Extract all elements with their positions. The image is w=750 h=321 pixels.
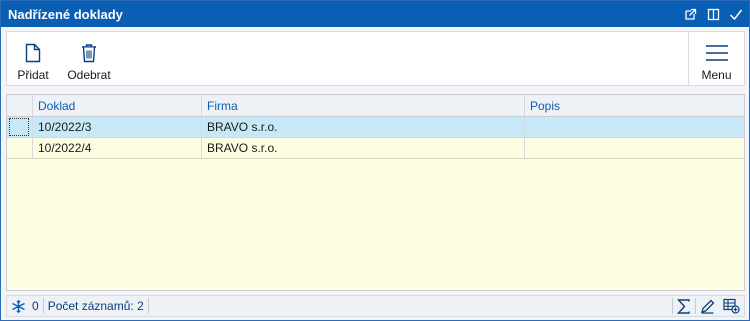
selection-counter[interactable]: 0 bbox=[7, 296, 43, 316]
hamburger-menu-icon bbox=[705, 40, 729, 66]
cell-popis[interactable] bbox=[524, 117, 744, 137]
status-bar: 0 Počet záznamů: 2 bbox=[6, 295, 745, 317]
row-selector[interactable] bbox=[7, 138, 32, 158]
cell-doklad[interactable]: 10/2022/3 bbox=[32, 117, 201, 137]
cell-doklad[interactable]: 10/2022/4 bbox=[32, 138, 201, 158]
status-divider bbox=[147, 298, 149, 314]
cell-popis[interactable] bbox=[524, 138, 744, 158]
column-header-popis[interactable]: Popis bbox=[524, 95, 744, 116]
row-selector-header[interactable] bbox=[7, 95, 32, 116]
grid-header: Doklad Firma Popis bbox=[7, 95, 744, 117]
row-selector[interactable] bbox=[7, 117, 32, 137]
table-row[interactable]: 10/2022/3 BRAVO s.r.o. bbox=[7, 117, 744, 138]
selected-count: 0 bbox=[32, 299, 39, 313]
window: Nadřízené doklady Přidat Odebrat Menu Do… bbox=[0, 0, 750, 321]
record-count: Počet záznamů: 2 bbox=[47, 299, 144, 313]
cell-firma[interactable]: BRAVO s.r.o. bbox=[201, 138, 524, 158]
column-header-firma[interactable]: Firma bbox=[201, 95, 524, 116]
check-icon[interactable] bbox=[726, 4, 746, 24]
pencil-icon[interactable] bbox=[696, 296, 719, 316]
cell-firma[interactable]: BRAVO s.r.o. bbox=[201, 117, 524, 137]
window-title: Nadřízené doklady bbox=[8, 6, 123, 22]
add-button[interactable]: Přidat bbox=[13, 32, 53, 85]
remove-button[interactable]: Odebrat bbox=[63, 32, 115, 85]
add-label: Přidat bbox=[17, 68, 49, 82]
table-row[interactable]: 10/2022/4 BRAVO s.r.o. bbox=[7, 138, 744, 159]
dock-icon[interactable] bbox=[703, 4, 723, 24]
titlebar: Nadřízené doklady bbox=[1, 1, 749, 27]
sigma-icon[interactable] bbox=[673, 296, 695, 316]
records-grid: Doklad Firma Popis 10/2022/3 BRAVO s.r.o… bbox=[6, 94, 745, 291]
new-document-icon bbox=[25, 40, 41, 66]
status-tools bbox=[672, 296, 744, 316]
popout-icon[interactable] bbox=[680, 4, 700, 24]
column-header-doklad[interactable]: Doklad bbox=[32, 95, 201, 116]
snowflake-icon bbox=[11, 299, 26, 314]
toolbar: Přidat Odebrat Menu bbox=[6, 31, 745, 86]
menu-label: Menu bbox=[701, 68, 732, 82]
remove-label: Odebrat bbox=[67, 68, 111, 82]
trash-icon bbox=[81, 40, 97, 66]
grid-add-icon[interactable] bbox=[719, 296, 744, 316]
focus-indicator bbox=[9, 118, 29, 136]
menu-button[interactable]: Menu bbox=[688, 32, 744, 85]
